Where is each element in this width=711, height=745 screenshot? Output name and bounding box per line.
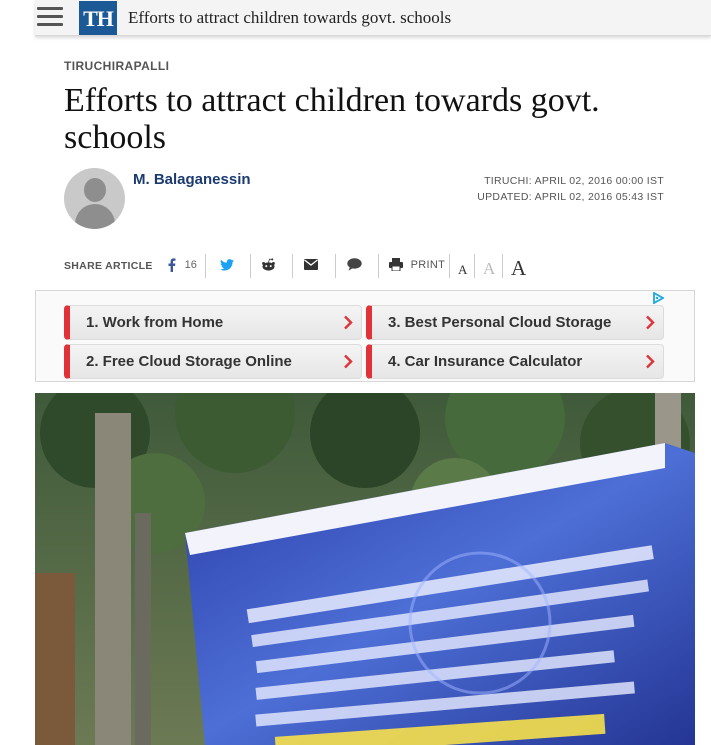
article-headline: Efforts to attract children towards govt…	[64, 82, 600, 156]
share-label: SHARE ARTICLE	[64, 260, 153, 272]
published-date: TIRUCHI: APRIL 02, 2016 00:00 IST	[484, 175, 664, 187]
printer-icon	[389, 258, 403, 272]
chevron-right-icon	[646, 354, 655, 369]
site-logo[interactable]: TH	[79, 1, 117, 35]
updated-date: UPDATED: APRIL 02, 2016 05:43 IST	[477, 191, 664, 203]
twitter-icon	[220, 258, 234, 271]
ad-item-cloud-storage[interactable]: 3. Best Personal Cloud Storage	[366, 305, 664, 340]
facebook-share-button[interactable]: 16	[168, 256, 197, 278]
email-share-button[interactable]	[304, 256, 318, 278]
font-size-large-button[interactable]: A	[511, 256, 526, 281]
ad-item-label: 3. Best Personal Cloud Storage	[388, 314, 612, 331]
font-size-medium-button[interactable]: A	[483, 259, 495, 279]
ad-box: 1. Work from Home 3. Best Personal Cloud…	[35, 290, 695, 382]
comment-icon	[347, 258, 362, 271]
section-label[interactable]: TIRUCHIRAPALLI	[64, 59, 169, 73]
dateline: TIRUCHI: APRIL 02, 2016 00:00 IST UPDATE…	[477, 173, 664, 205]
facebook-share-count: 16	[184, 258, 197, 271]
comment-button[interactable]	[347, 256, 362, 278]
print-button[interactable]: PRINT	[389, 256, 445, 278]
ad-item-car-insurance[interactable]: 4. Car Insurance Calculator	[366, 344, 664, 379]
ad-item-label: 1. Work from Home	[86, 314, 224, 331]
ad-item-free-cloud-storage[interactable]: 2. Free Cloud Storage Online	[64, 344, 362, 379]
chevron-right-icon	[646, 315, 655, 330]
article-photo[interactable]	[35, 393, 695, 745]
author-avatar	[64, 168, 125, 229]
author-name[interactable]: M. Balaganessin	[133, 171, 251, 188]
reddit-icon	[262, 257, 275, 271]
top-bar: TH Efforts to attract children towards g…	[35, 0, 711, 36]
email-icon	[304, 259, 318, 271]
topbar-title: Efforts to attract children towards govt…	[128, 8, 452, 27]
ad-item-label: 4. Car Insurance Calculator	[388, 353, 583, 370]
facebook-icon	[168, 257, 176, 272]
chevron-right-icon	[344, 315, 353, 330]
font-size-small-button[interactable]: A	[458, 262, 467, 278]
reddit-share-button[interactable]	[261, 256, 276, 278]
ad-item-work-from-home[interactable]: 1. Work from Home	[64, 305, 362, 340]
adchoices-icon[interactable]	[652, 292, 664, 304]
share-row: SHARE ARTICLE 16 PRINT A A A	[64, 252, 674, 282]
chevron-right-icon	[344, 354, 353, 369]
ad-item-label: 2. Free Cloud Storage Online	[86, 353, 292, 370]
print-label: PRINT	[410, 258, 446, 271]
menu-icon[interactable]	[37, 7, 63, 27]
twitter-share-button[interactable]	[220, 256, 234, 278]
